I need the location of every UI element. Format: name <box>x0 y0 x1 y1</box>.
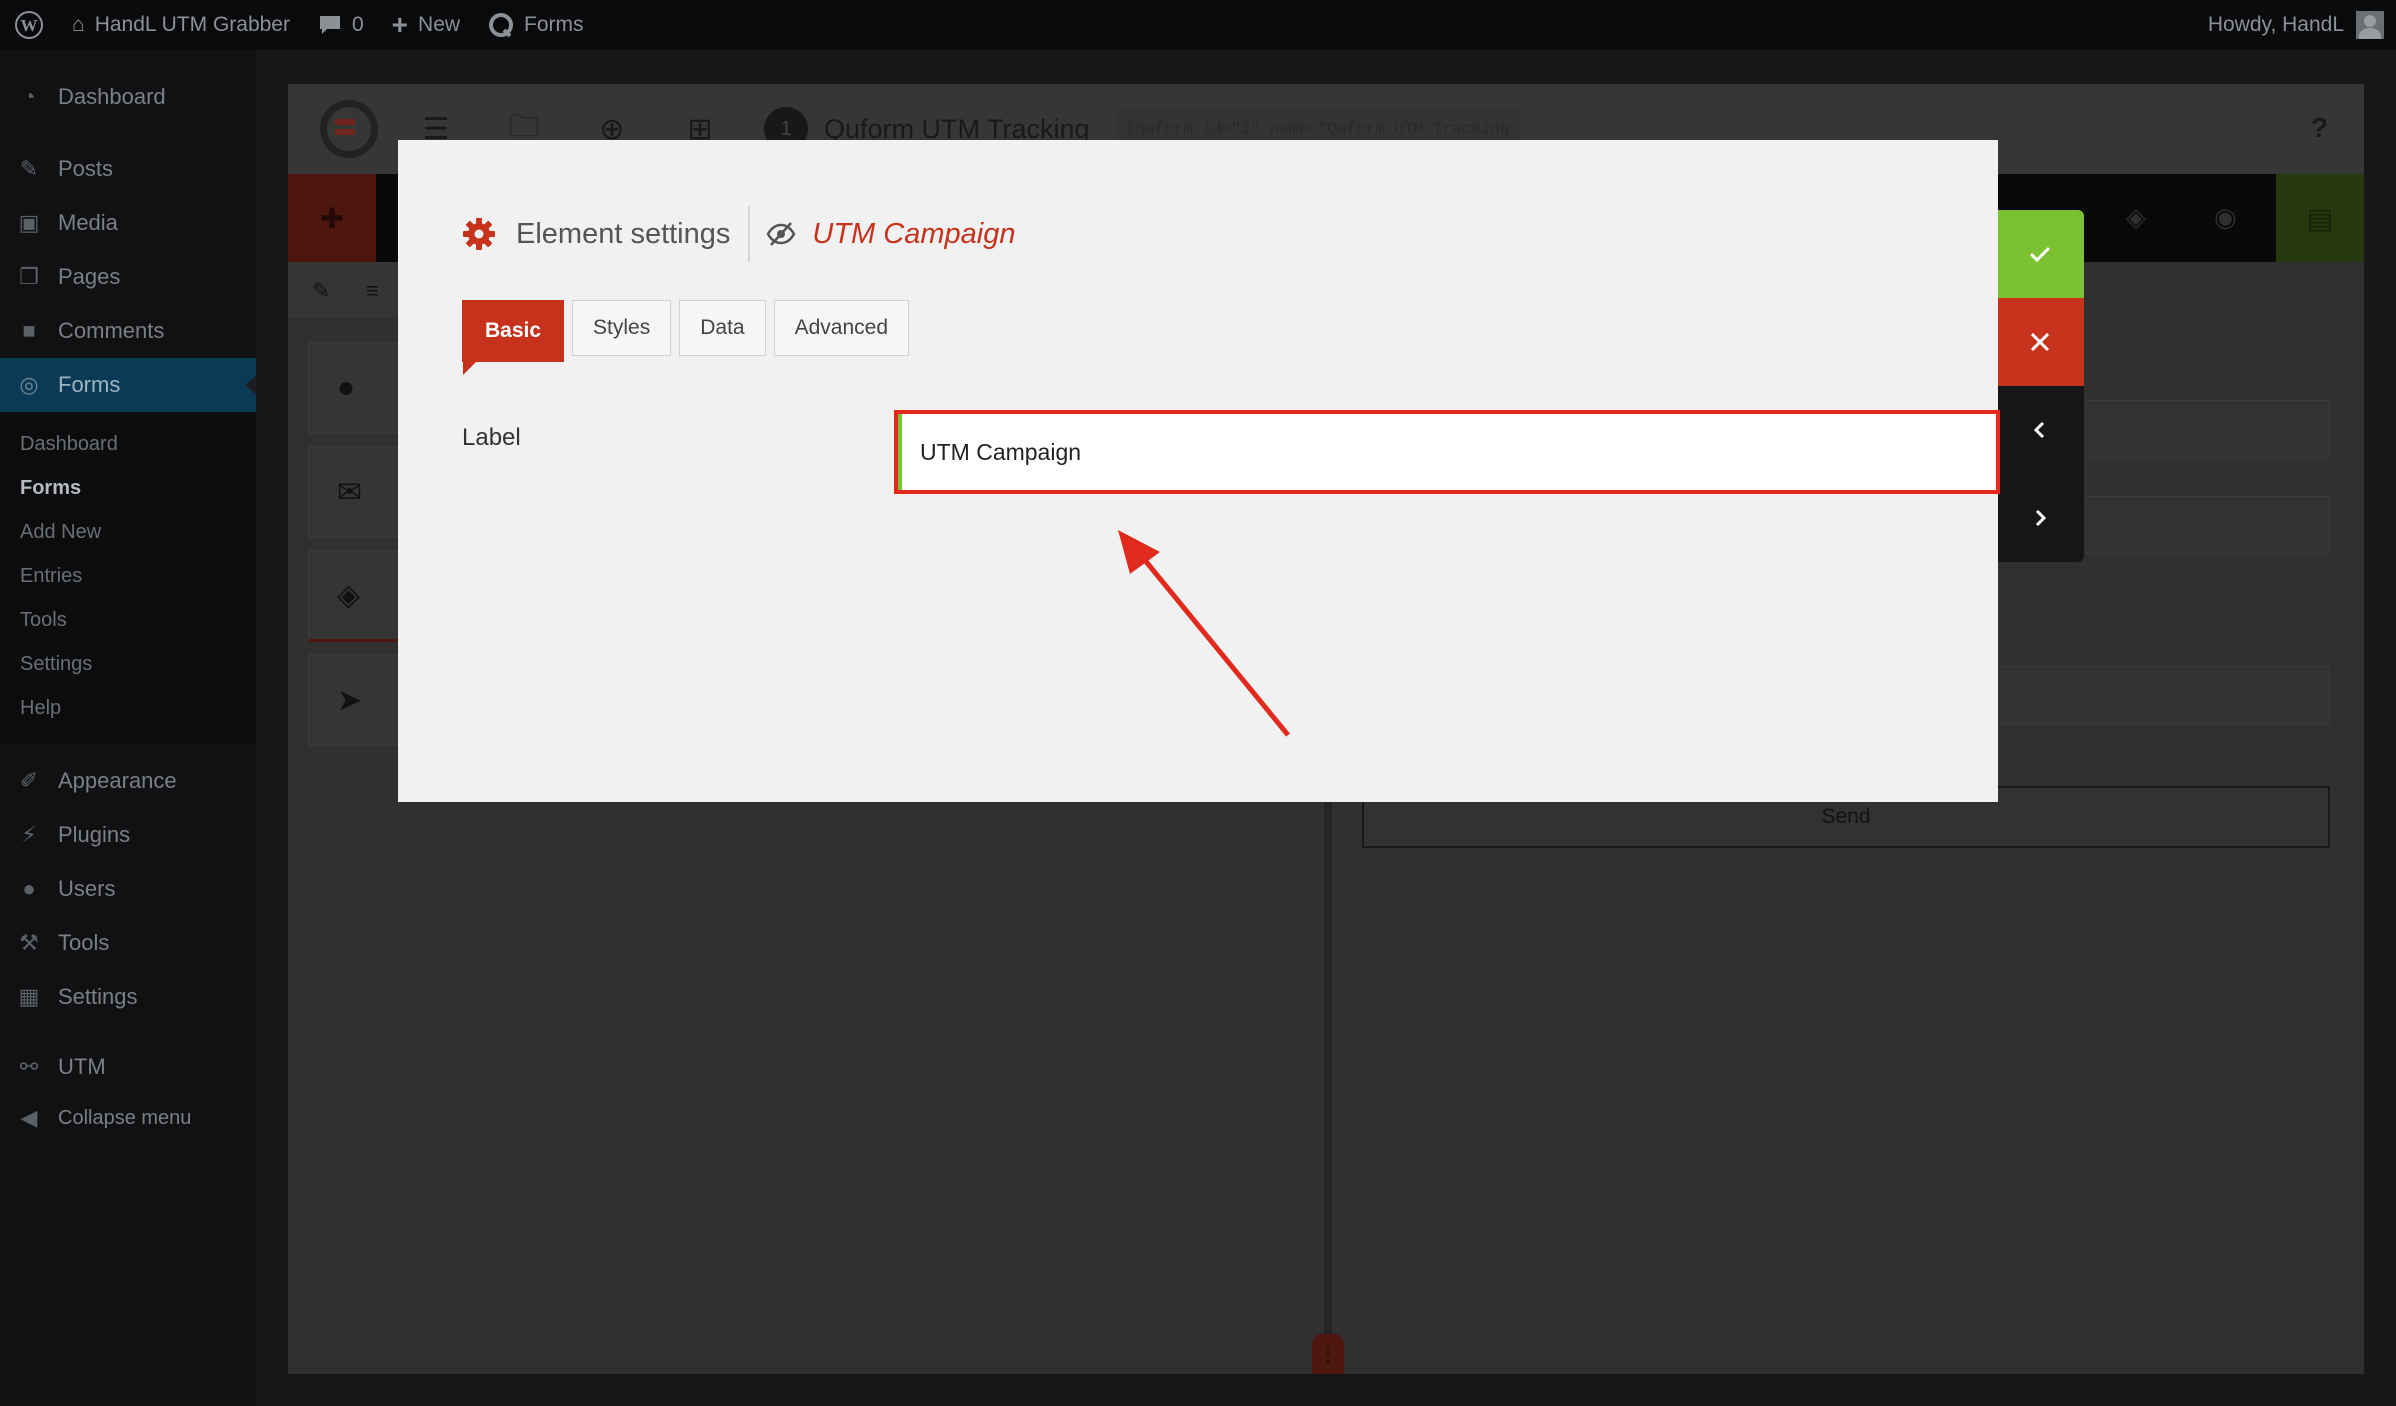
new-content-link[interactable]: + New <box>378 0 474 50</box>
wordpress-logo-icon[interactable]: W <box>0 0 58 50</box>
tab-basic[interactable]: Basic <box>462 300 565 375</box>
forms-submenu: Dashboard Forms Add New Entries Tools Se… <box>0 412 256 744</box>
settings-icon: ▦ <box>18 984 40 1009</box>
comment-icon <box>319 16 340 34</box>
element-settings-modal: Element settings UTM Campaign Basic Styl… <box>398 140 2000 802</box>
collapse-menu-button[interactable]: ◀ Collapse menu <box>0 1094 256 1142</box>
element-name: UTM Campaign <box>812 217 1016 250</box>
next-element-button[interactable] <box>1996 474 2084 562</box>
tab-advanced[interactable]: Advanced <box>773 300 909 356</box>
comments-count: 0 <box>351 13 364 36</box>
submenu-item-help[interactable]: Help <box>0 686 256 730</box>
hidden-eye-icon <box>766 222 796 246</box>
cancel-button[interactable] <box>1996 298 2084 386</box>
close-icon <box>2030 332 2050 352</box>
forms-link[interactable]: Forms <box>474 0 598 50</box>
modal-header: Element settings UTM Campaign <box>462 206 1015 262</box>
chevron-right-icon <box>2035 509 2047 527</box>
plugin-icon: ⚡ <box>21 822 37 847</box>
sidebar-item-pages[interactable]: ❐ Pages <box>0 250 256 304</box>
previous-element-button[interactable] <box>1996 386 2084 474</box>
tab-data[interactable]: Data <box>679 300 766 356</box>
sidebar-item-appearance[interactable]: ✐ Appearance <box>0 754 256 808</box>
comment-icon: ■ <box>22 318 36 343</box>
label-field-label: Label <box>462 424 521 451</box>
label-input[interactable] <box>894 410 2000 494</box>
modal-side-nav <box>1996 210 2084 562</box>
quform-icon: ◎ <box>19 372 39 397</box>
home-icon: ⌂ <box>72 13 85 36</box>
submenu-item-settings[interactable]: Settings <box>0 642 256 686</box>
submenu-item-dashboard[interactable]: Dashboard <box>0 422 256 466</box>
greeting-text: Howdy, HandL <box>2207 13 2344 36</box>
svg-text:W: W <box>21 16 38 35</box>
quform-icon <box>489 13 514 38</box>
header-divider <box>748 206 751 262</box>
media-icon: ▣ <box>18 210 40 235</box>
sidebar-item-forms[interactable]: ◎ Forms <box>0 358 257 412</box>
check-icon <box>2029 246 2051 263</box>
submenu-item-entries[interactable]: Entries <box>0 554 256 598</box>
gear-icon <box>463 218 495 250</box>
settings-tabs: Basic Styles Data Advanced <box>462 300 909 375</box>
sidebar-item-settings[interactable]: ▦ Settings <box>0 970 256 1024</box>
user-icon: ● <box>22 876 36 901</box>
pin-icon: ✎ <box>19 156 39 181</box>
plus-icon: + <box>391 9 409 40</box>
brush-icon: ✐ <box>19 768 39 793</box>
tab-styles[interactable]: Styles <box>572 300 672 356</box>
chevron-left-icon <box>2033 421 2045 439</box>
sidebar-item-plugins[interactable]: ⚡ Plugins <box>0 808 256 862</box>
annotation-arrow-icon <box>1118 530 1290 737</box>
ok-button[interactable] <box>1996 210 2084 298</box>
submenu-item-tools[interactable]: Tools <box>0 598 256 642</box>
sidebar-item-posts[interactable]: ✎ Posts <box>0 142 256 196</box>
wrench-icon: ⚒ <box>19 930 39 955</box>
sidebar-item-comments[interactable]: ■ Comments <box>0 304 256 358</box>
sidebar-item-utm[interactable]: ⚯ UTM <box>0 1040 256 1094</box>
collapse-icon: ◀ <box>20 1105 38 1130</box>
avatar <box>2356 11 2384 39</box>
submenu-item-add-new[interactable]: Add New <box>0 510 256 554</box>
modal-title: Element settings <box>516 217 731 250</box>
site-name-link[interactable]: ⌂ HandL UTM Grabber <box>58 0 304 50</box>
pages-icon: ❐ <box>19 264 39 289</box>
sidebar-item-users[interactable]: ● Users <box>0 862 256 916</box>
admin-sidebar: ◔ Dashboard ✎ Posts ▣ Media ❐ Pages ■ Co… <box>0 50 257 1406</box>
submenu-item-forms[interactable]: Forms <box>0 466 256 510</box>
my-account-link[interactable]: Howdy, HandL <box>2208 0 2384 50</box>
utm-icon: ⚯ <box>19 1054 39 1079</box>
sidebar-item-dashboard[interactable]: ◔ Dashboard <box>0 70 256 124</box>
sidebar-item-media[interactable]: ▣ Media <box>0 196 256 250</box>
admin-bar: W ⌂ HandL UTM Grabber 0 + New Forms Howd… <box>0 0 2396 50</box>
sidebar-item-tools[interactable]: ⚒ Tools <box>0 916 256 970</box>
dashboard-icon: ◔ <box>22 84 36 109</box>
comments-link[interactable]: 0 <box>304 0 378 50</box>
